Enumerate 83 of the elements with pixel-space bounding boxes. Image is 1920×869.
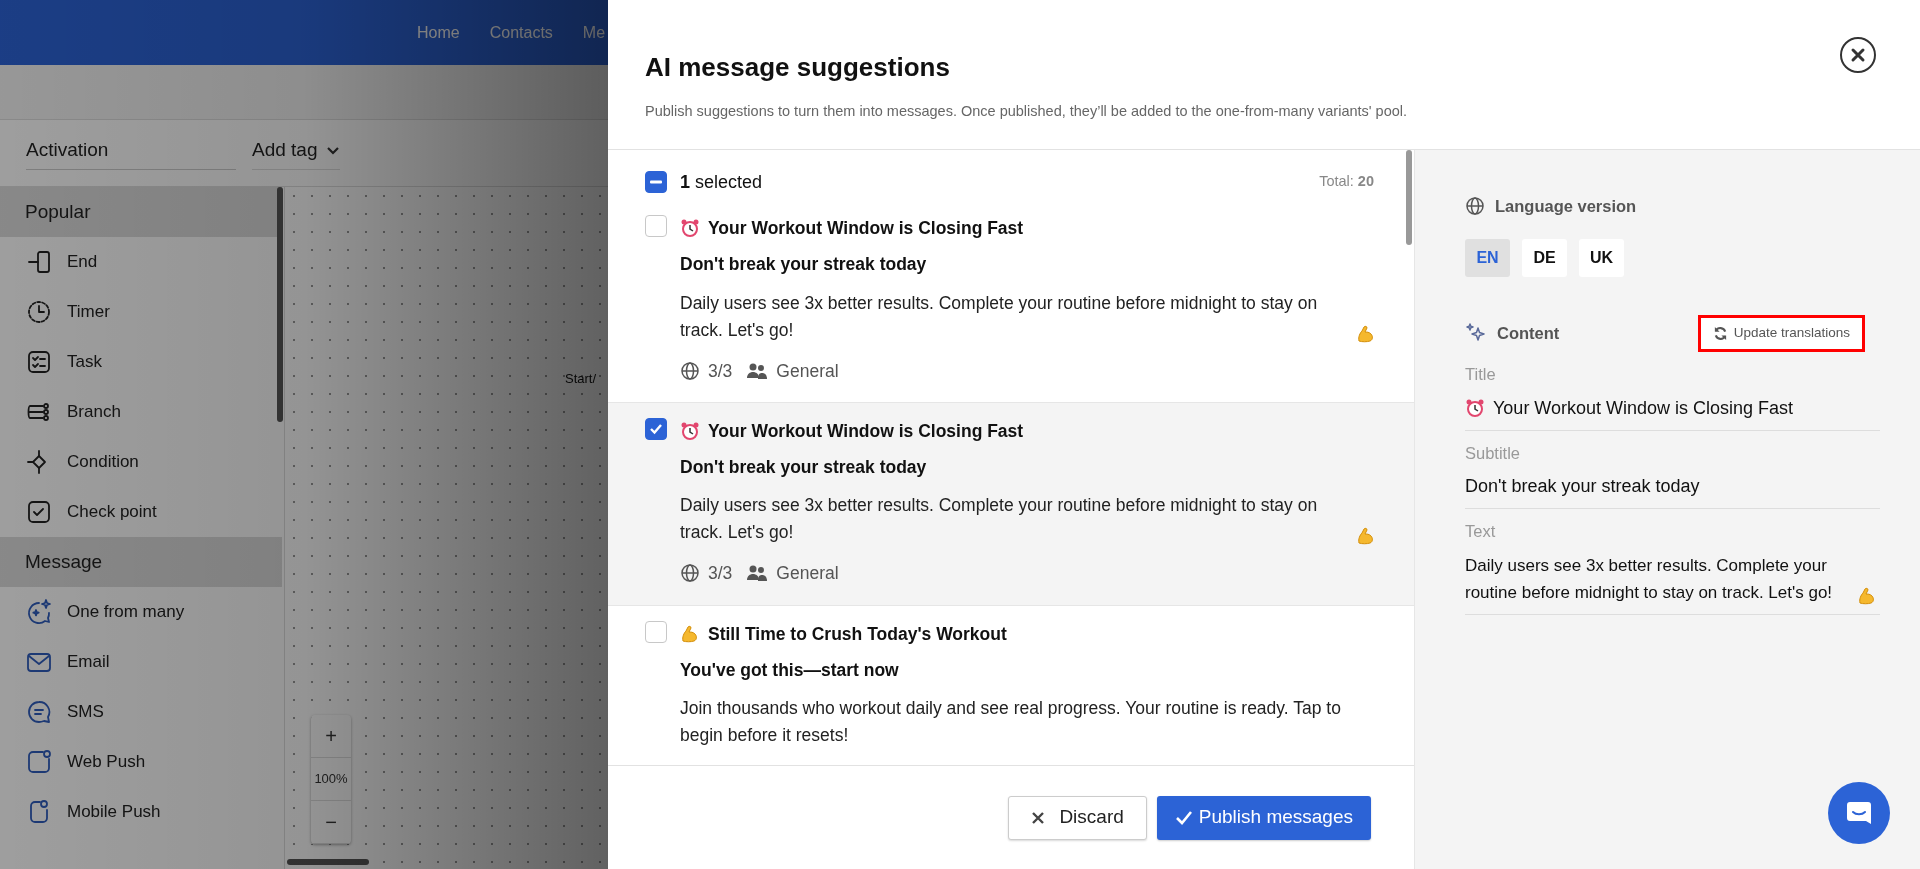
alarm-clock-icon (680, 420, 700, 441)
publish-button[interactable]: Publish messages (1156, 795, 1371, 840)
globe-icon (1465, 196, 1485, 217)
check-icon (1174, 809, 1193, 826)
checkbox[interactable] (645, 215, 667, 237)
users-icon (746, 563, 769, 584)
scrollbar[interactable] (1406, 150, 1412, 245)
suggestion-text: Join thousands who workout daily and see real progress. Your routine is ready. Tap to begin before it resets! (680, 697, 1342, 747)
suggestion-title: Your Workout Window is Closing Fast (708, 419, 1024, 443)
chat-sparkle-icon (25, 598, 53, 626)
sidebar-item[interactable]: Condition (67, 449, 139, 475)
flexed-arm-icon (1356, 526, 1376, 547)
zoom-level: 100% (311, 758, 351, 801)
field-label: Text (1465, 521, 1497, 543)
sidebar-item[interactable]: Check point (67, 499, 157, 525)
timer-icon (25, 298, 53, 326)
globe-icon (680, 360, 700, 381)
update-translations-button[interactable]: Update translations (1697, 314, 1865, 352)
panel-label: Content (1497, 322, 1560, 344)
panel-label: Language version (1495, 196, 1637, 217)
scrollbar[interactable] (287, 859, 369, 865)
chevron-down-icon (325, 145, 340, 156)
zoom-out-button[interactable]: − (311, 801, 351, 844)
checkbox[interactable] (645, 417, 667, 440)
end-icon (25, 248, 53, 276)
sidebar-item[interactable]: Mobile Push (67, 799, 161, 825)
add-tag-dropdown[interactable]: Add tag (252, 136, 340, 170)
minus-icon (650, 180, 662, 184)
modal-title: AI message suggestions (645, 52, 950, 84)
sidebar-item[interactable]: Branch (67, 399, 121, 425)
field-value: Daily users see 3x better results. Complete your routine before midnight to stay on track. Let's go! (1465, 555, 1834, 604)
scrollbar[interactable] (277, 187, 283, 422)
suggestion-title: Your Workout Window is Closing Fast (708, 217, 1024, 240)
suggestion-subtitle: Don't break your streak today (680, 456, 928, 479)
suggestion-title: Still Time to Crush Today's Workout (708, 622, 1007, 646)
sidebar-item[interactable]: End (67, 249, 98, 275)
segment-label: General (776, 562, 839, 586)
field-label: Title (1465, 363, 1497, 385)
sidebar-item[interactable]: Task (67, 349, 102, 375)
alarm-clock-icon (680, 218, 700, 239)
chat-icon (1845, 799, 1873, 827)
flexed-arm-icon (680, 623, 700, 644)
sidebar-item[interactable]: Timer (67, 299, 110, 325)
language-count: 3/3 (708, 359, 733, 383)
suggestion-subtitle: Don't break your streak today (680, 253, 928, 277)
close-icon (1850, 47, 1866, 63)
selection-count: 1 selected (680, 170, 763, 194)
segment-label: General (776, 359, 839, 383)
language-tab[interactable]: DE (1522, 238, 1567, 277)
close-button[interactable] (1840, 37, 1876, 73)
suggestion-text: Daily users see 3x better results. Complete your routine before midnight to stay on track. Let's go! (680, 494, 1319, 545)
select-all-checkbox[interactable] (645, 171, 667, 193)
globe-icon (680, 563, 700, 584)
sidebar-item[interactable]: SMS (67, 699, 104, 725)
alarm-clock-icon (1465, 398, 1485, 418)
sidebar-item[interactable]: One from many (67, 599, 185, 625)
node-label: Start/ (565, 370, 597, 388)
checkbox-icon (25, 498, 53, 526)
section-header: Message (0, 537, 282, 587)
chat-icon (25, 698, 53, 726)
modal-description: Publish suggestions to turn them into messages. Once published, they’ll be added to the one-from-many variants' pool. (645, 102, 1409, 122)
field-value: Your Workout Window is Closing Fast (1493, 396, 1794, 420)
total-count: Total: 20 (1319, 172, 1374, 192)
sidebar-item[interactable]: Email (67, 649, 110, 675)
refresh-icon (1712, 325, 1728, 341)
flexed-arm-icon (1857, 586, 1877, 606)
suggestion-card[interactable]: Your Workout Window is Closing Fast Don't break your streak today Daily users see 3x better results. Complete your routine before midnight to stay on track. Let's go! 3/3 General (608, 402, 1414, 606)
field-value: Don't break your streak today (1465, 475, 1700, 499)
suggestion-text: Daily users see 3x better results. Complete your routine before midnight to stay on track. Let's go! (680, 291, 1319, 342)
discard-button[interactable]: Discard (1008, 795, 1147, 840)
flexed-arm-icon (1356, 323, 1376, 344)
language-tab[interactable]: EN (1465, 238, 1510, 277)
field-label: Subtitle (1465, 442, 1522, 464)
task-icon (25, 348, 53, 376)
checkbox[interactable] (645, 620, 667, 643)
language-tab[interactable]: UK (1579, 238, 1624, 277)
language-count: 3/3 (708, 562, 733, 586)
activation-field[interactable]: Activation (26, 136, 236, 170)
suggestion-subtitle: You've got this—start now (680, 658, 900, 682)
close-icon (1031, 810, 1046, 825)
check-icon (649, 422, 663, 435)
sidebar-item[interactable]: Web Push (67, 749, 146, 775)
zoom-in-button[interactable]: + (311, 715, 351, 758)
